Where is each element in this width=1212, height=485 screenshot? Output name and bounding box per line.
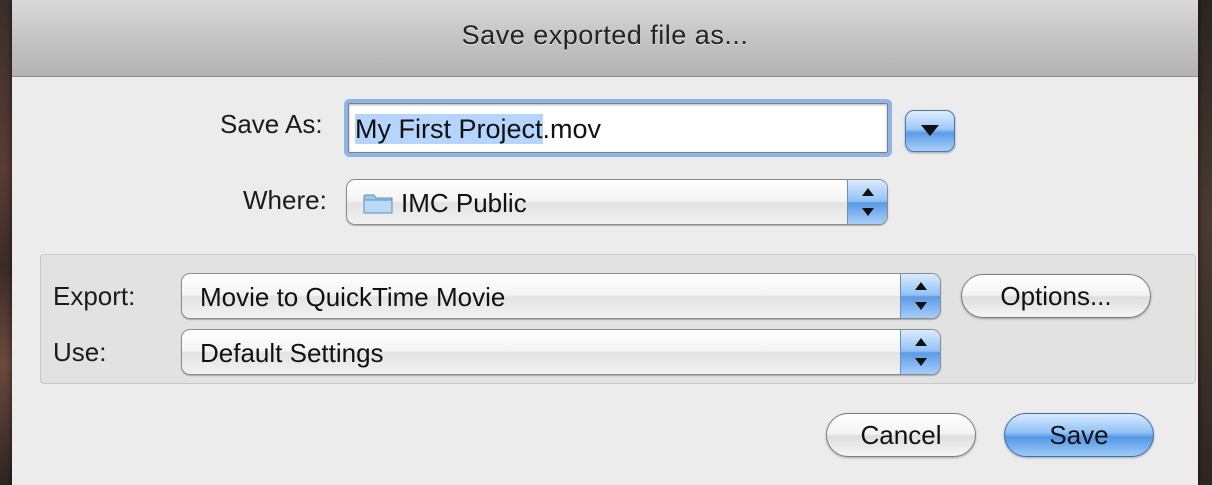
chevron-down-icon [921, 125, 939, 136]
use-stepper [900, 330, 940, 374]
where-stepper [847, 180, 887, 224]
use-value: Default Settings [200, 338, 384, 368]
options-button[interactable]: Options... [961, 274, 1151, 318]
export-label: Export: [53, 281, 136, 311]
cancel-button[interactable]: Cancel [826, 413, 976, 457]
where-value: IMC Public [401, 188, 527, 218]
save-as-input[interactable]: My First Project.mov [348, 103, 888, 153]
save-dialog: Save exported file as... Save As: My Fir… [12, 0, 1198, 485]
stepper-up-icon [915, 338, 927, 346]
where-popup[interactable]: IMC Public [346, 179, 888, 225]
stepper-down-icon [915, 302, 927, 310]
stepper-down-icon [915, 358, 927, 366]
save-button[interactable]: Save [1004, 413, 1154, 457]
export-popup[interactable]: Movie to QuickTime Movie [181, 273, 941, 319]
expand-browser-button[interactable] [905, 110, 955, 152]
stepper-up-icon [915, 282, 927, 290]
use-label: Use: [53, 337, 107, 367]
save-as-extension-text: .mov [542, 114, 602, 144]
stepper-down-icon [862, 208, 874, 216]
dialog-title: Save exported file as... [461, 20, 749, 50]
save-as-label: Save As: [220, 109, 323, 139]
stepper-up-icon [862, 188, 874, 196]
export-settings-group: Export: Movie to QuickTime Movie Options… [40, 254, 1196, 384]
use-popup[interactable]: Default Settings [181, 329, 941, 375]
title-bar: Save exported file as... [12, 0, 1198, 77]
where-label: Where: [243, 185, 327, 215]
export-value: Movie to QuickTime Movie [200, 282, 506, 312]
export-stepper [900, 274, 940, 318]
save-as-selected-text: My First Project [355, 114, 543, 144]
folder-icon [363, 194, 393, 214]
